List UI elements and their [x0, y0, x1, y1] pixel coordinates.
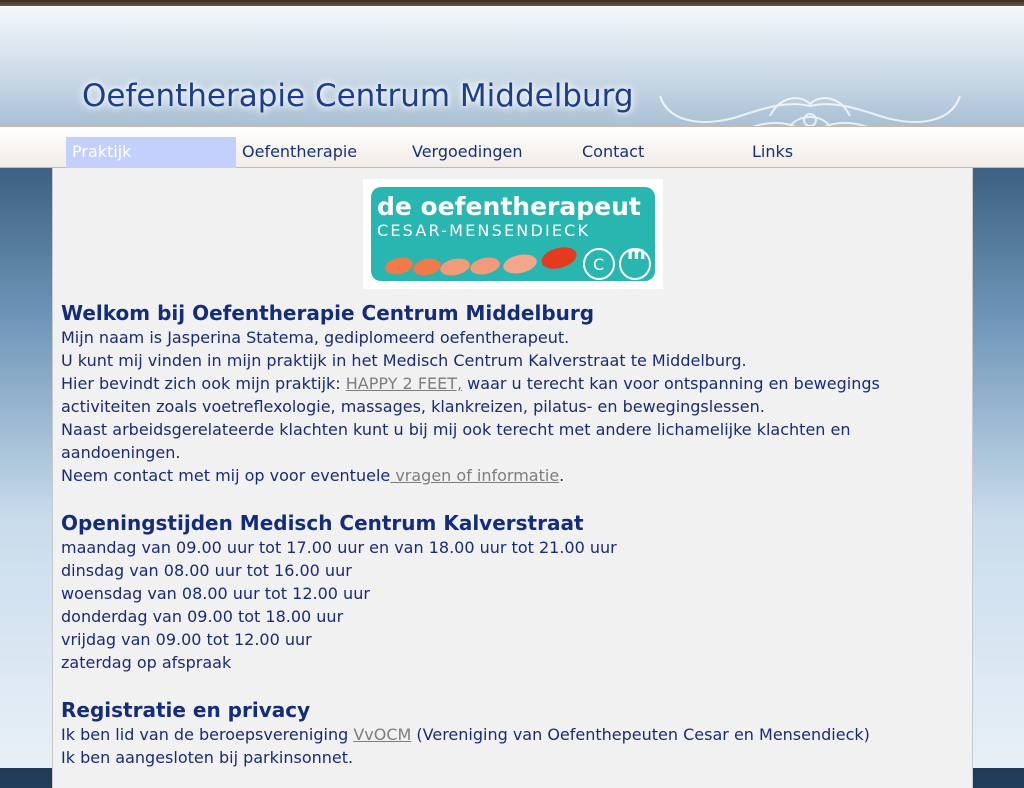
registration-heading: Registratie en privacy: [61, 698, 311, 722]
hours-line: vrijdag van 09.00 tot 12.00 uur: [61, 630, 312, 649]
hours-line: zaterdag op afspraak: [61, 653, 232, 672]
welcome-heading: Welkom bij Oefentherapie Centrum Middelb…: [61, 301, 595, 325]
page-text: Welkom bij Oefentherapie Centrum Middelb…: [61, 300, 941, 769]
logo-line1: de oefentherapeut: [377, 192, 641, 221]
contact-info-link[interactable]: vragen of informatie: [390, 466, 559, 485]
nav-item-oefentherapie[interactable]: Oefentherapie: [236, 137, 406, 168]
main-nav: Praktijk Oefentherapie Vergoedingen Cont…: [0, 126, 1024, 168]
hours-line: dinsdag van 08.00 uur tot 16.00 uur: [61, 561, 352, 580]
registration-line1: Ik ben lid van de beroepsvereniging VvOC…: [61, 725, 870, 744]
main-content: de oefentherapeut CESAR-MENSENDIECK C m …: [52, 168, 973, 788]
hours-line: donderdag van 09.00 tot 18.00 uur: [61, 607, 344, 626]
welcome-line4: Naast arbeidsgerelateerde klachten kunt …: [61, 420, 851, 462]
nav-item-vergoedingen[interactable]: Vergoedingen: [406, 137, 576, 168]
oefentherapeut-logo: de oefentherapeut CESAR-MENSENDIECK C m: [363, 179, 663, 289]
nav-item-contact[interactable]: Contact: [576, 137, 746, 168]
hours-line: woensdag van 08.00 uur tot 12.00 uur: [61, 584, 370, 603]
nav-item-praktijk[interactable]: Praktijk: [66, 137, 236, 168]
site-title: Oefentherapie Centrum Middelburg: [82, 78, 634, 114]
svg-text:m: m: [627, 243, 646, 264]
hours-heading: Openingstijden Medisch Centrum Kalverstr…: [61, 511, 584, 535]
hours-line: maandag van 09.00 uur tot 17.00 uur en v…: [61, 538, 617, 557]
nav-item-links[interactable]: Links: [746, 137, 916, 168]
svg-text:C: C: [593, 255, 604, 274]
site-header: Oefentherapie Centrum Middelburg: [0, 6, 1024, 126]
scroll-ornament-icon: [659, 95, 961, 126]
logo-line2: CESAR-MENSENDIECK: [377, 221, 590, 240]
welcome-line3: Hier bevindt zich ook mijn praktijk: HAP…: [61, 374, 880, 416]
happy-2-feet-link[interactable]: HAPPY 2 FEET,: [346, 374, 462, 393]
welcome-line2: U kunt mij vinden in mijn praktijk in he…: [61, 351, 747, 370]
welcome-line1: Mijn naam is Jasperina Statema, gediplom…: [61, 328, 570, 347]
vvocm-link[interactable]: VvOCM: [353, 725, 411, 744]
welcome-line5: Neem contact met mij op voor eventuele v…: [61, 466, 565, 485]
registration-line2: Ik ben aangesloten bij parkinsonnet.: [61, 748, 354, 767]
